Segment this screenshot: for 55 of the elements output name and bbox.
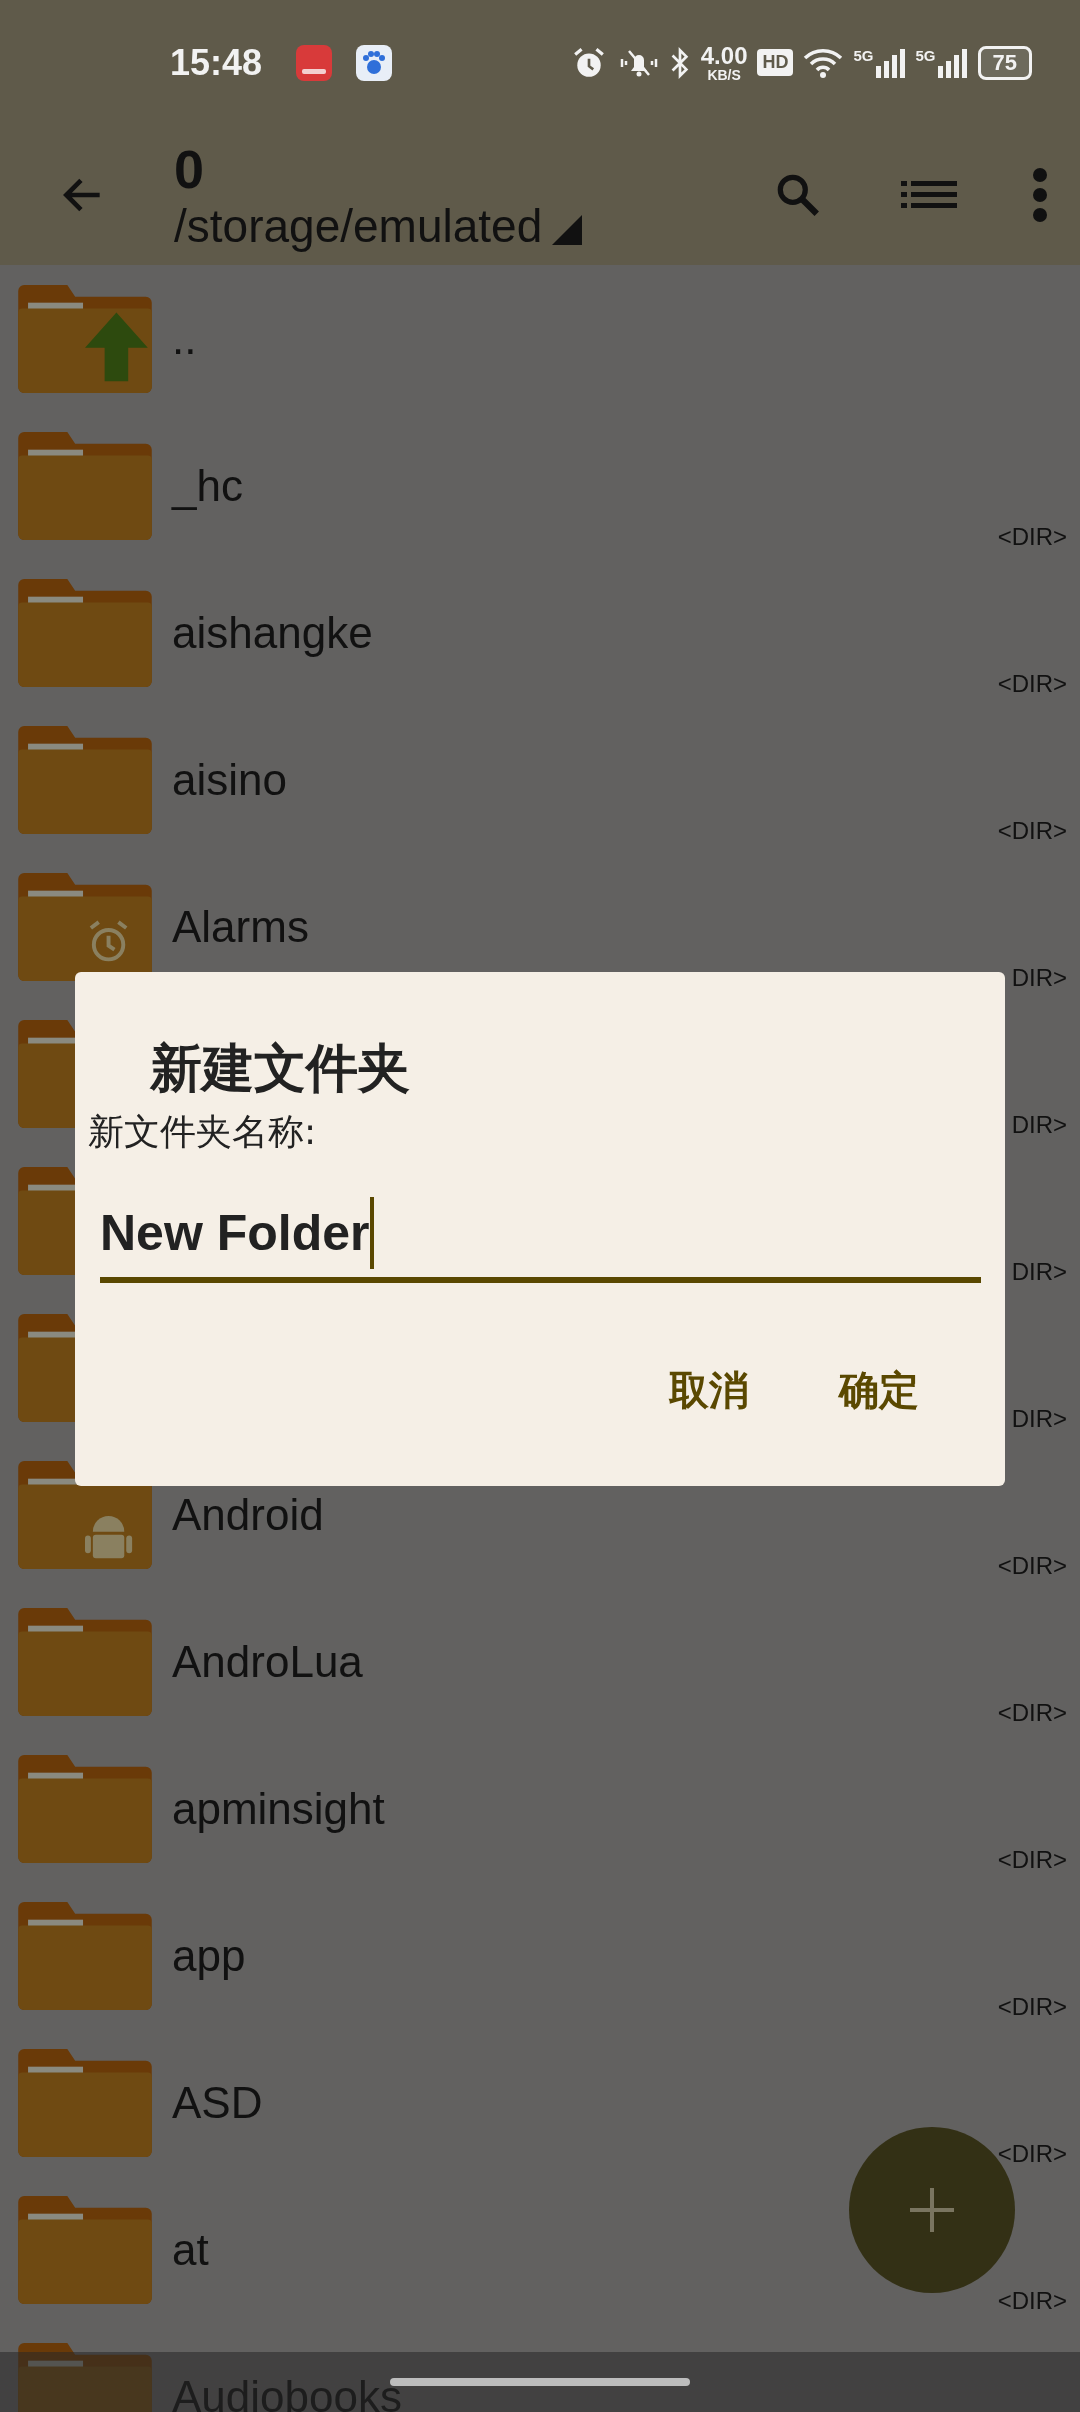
directory-tag: <DIR> [997, 1699, 1067, 1727]
path-dropdown[interactable]: /storage/emulated [174, 199, 543, 253]
status-time: 15:48 [170, 41, 263, 84]
plus-icon [910, 2188, 954, 2232]
folder-icon [18, 1754, 152, 1863]
alarm-folder-icon [18, 872, 152, 981]
folder-icon [18, 1901, 152, 2010]
file-name[interactable]: AndroLua [172, 1636, 363, 1687]
app-notification-icon [296, 44, 333, 81]
folder-icon [18, 431, 152, 540]
folder-icon [18, 1607, 152, 1716]
file-name[interactable]: app [172, 1930, 246, 1981]
folder-name-field[interactable]: New Folder [100, 1197, 981, 1283]
directory-tag: <DIR> [997, 2140, 1067, 2168]
signal-icon [875, 47, 906, 78]
speed-unit: KB/S [707, 67, 741, 82]
folder-icon [18, 2048, 152, 2157]
directory-tag: DIR> [1011, 1405, 1067, 1433]
cancel-button[interactable]: 取消 [649, 1363, 769, 1418]
signal-icon [937, 47, 968, 78]
paw-app-icon [356, 44, 393, 81]
directory-tag: <DIR> [997, 1993, 1067, 2021]
file-name[interactable]: _hc [172, 460, 243, 511]
file-name[interactable]: apminsight [172, 1783, 385, 1834]
folder-icon [18, 578, 152, 687]
field-label: 新文件夹名称: [88, 1110, 318, 1154]
file-name[interactable]: aisino [172, 754, 287, 805]
file-name[interactable]: Alarms [172, 901, 309, 952]
directory-tag: DIR> [1011, 1111, 1067, 1139]
network-type: 5G [853, 47, 874, 63]
directory-tag: <DIR> [997, 1552, 1067, 1580]
directory-tag: <DIR> [997, 817, 1067, 845]
directory-tag: DIR> [1011, 964, 1067, 992]
directory-tag: <DIR> [997, 523, 1067, 551]
parent-folder-icon [18, 284, 152, 393]
more-options-icon[interactable] [1032, 167, 1048, 223]
directory-tag: DIR> [1011, 1258, 1067, 1286]
file-name[interactable]: ASD [172, 2077, 263, 2128]
file-name[interactable]: .. [172, 313, 197, 364]
hd-badge: HD [757, 49, 794, 76]
network-speed: 4.00 [700, 43, 748, 68]
dropdown-triangle-icon[interactable] [552, 215, 583, 245]
battery-indicator: 75 [977, 45, 1032, 80]
file-name[interactable]: aishangke [172, 607, 373, 658]
dialog-title: 新建文件夹 [150, 1037, 411, 1100]
file-name[interactable]: Android [172, 1489, 324, 1540]
directory-tag: <DIR> [997, 2287, 1067, 2315]
confirm-button[interactable]: 确定 [819, 1363, 939, 1418]
directory-tag: <DIR> [997, 1846, 1067, 1874]
folder-icon [18, 2195, 152, 2304]
folder-icon [18, 725, 152, 834]
app-bar-title: 0 [174, 137, 206, 200]
directory-tag: <DIR> [997, 670, 1067, 698]
network-type: 5G [915, 47, 936, 63]
file-name[interactable]: at [172, 2224, 209, 2275]
